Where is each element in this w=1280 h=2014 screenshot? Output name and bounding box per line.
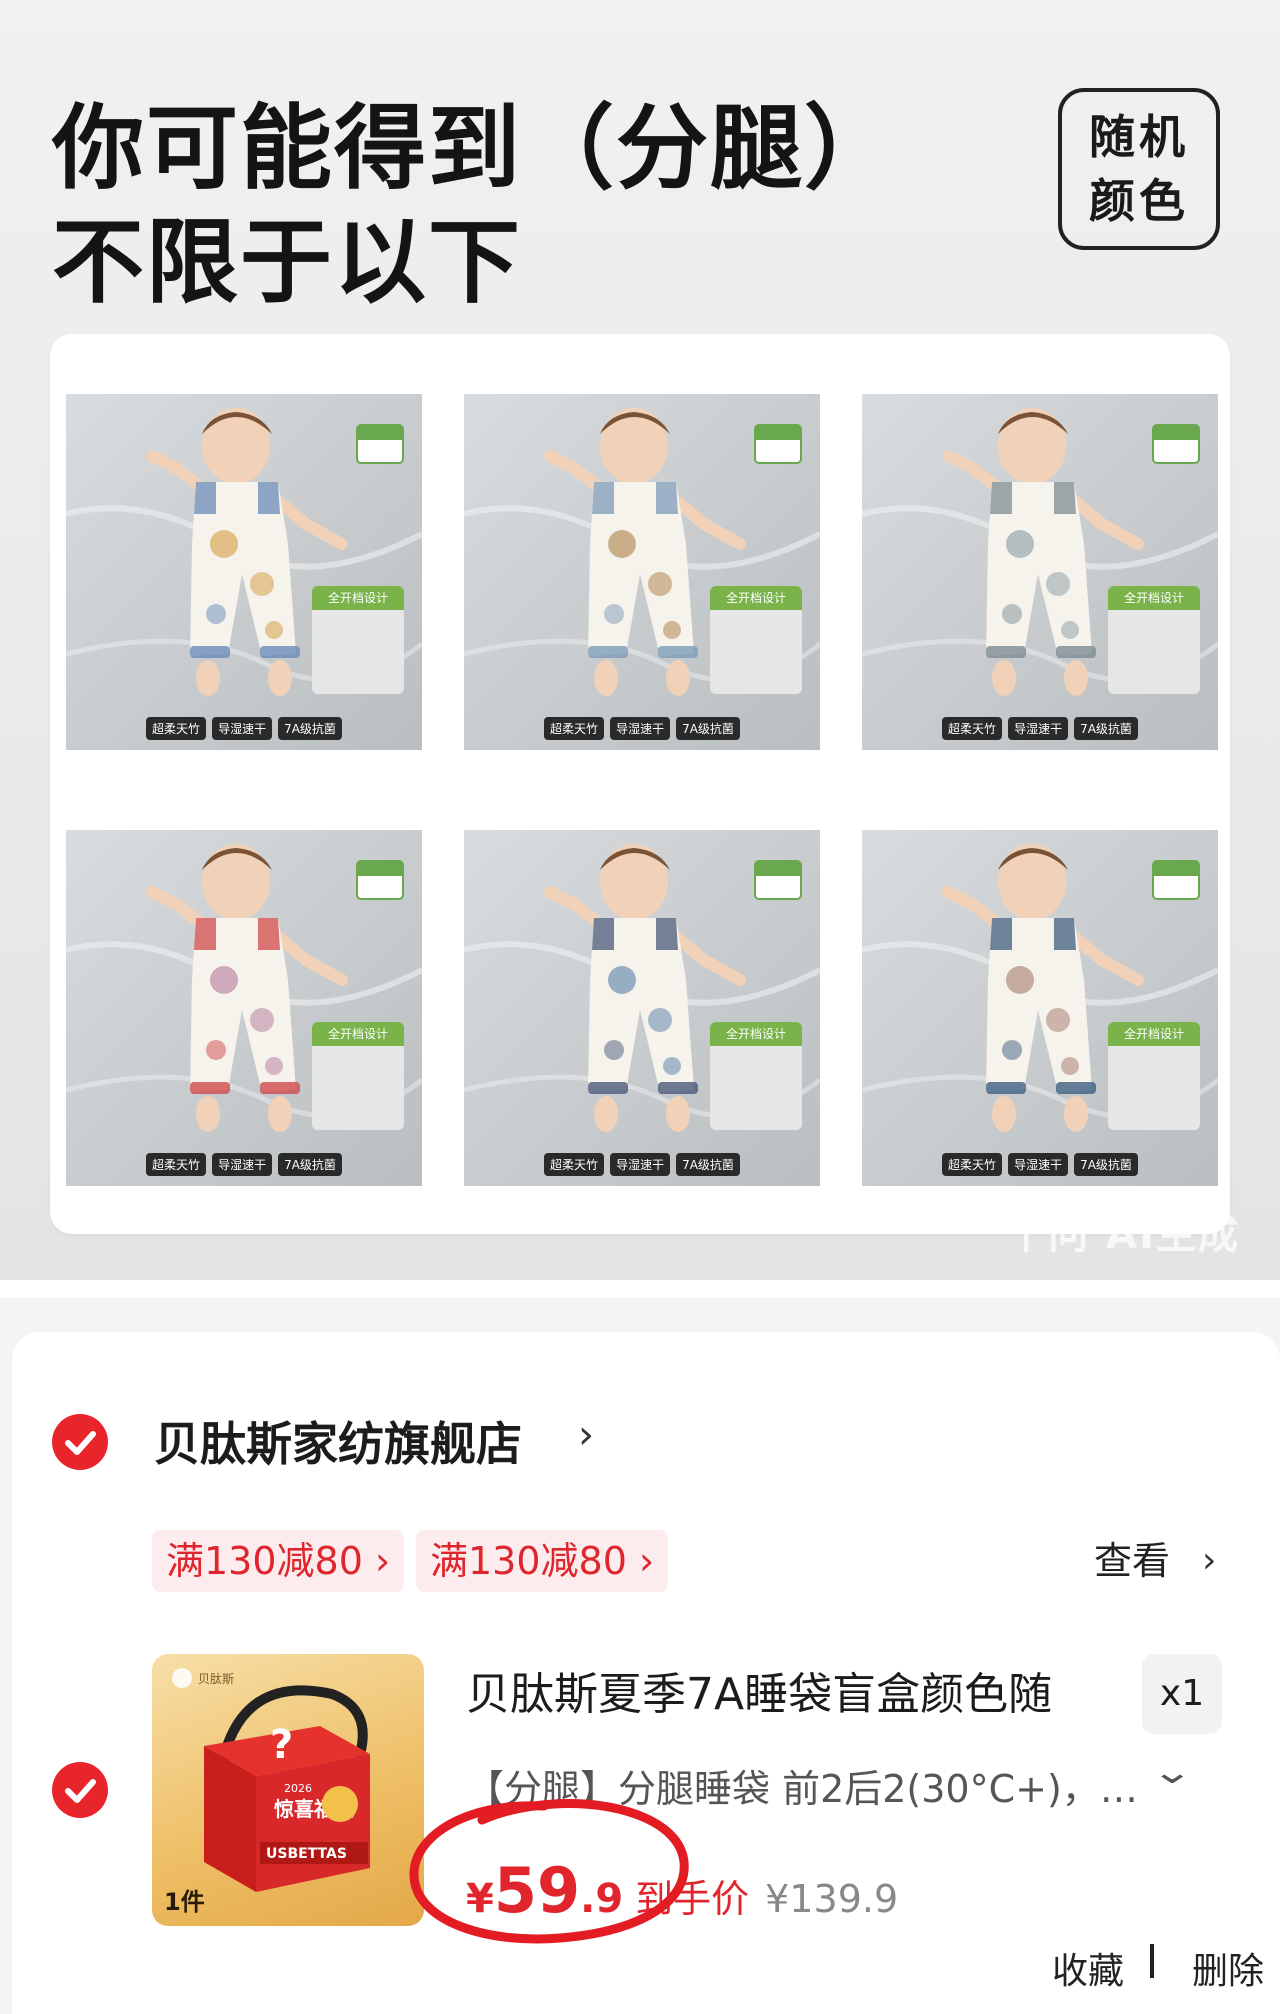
check-icon	[65, 1779, 96, 1803]
mystery-box-image: 贝肽斯 ? 2026 惊喜福袋 USBETTAS 1件	[164, 1668, 370, 1916]
check-icon	[65, 1431, 96, 1455]
product-title[interactable]: 贝肽斯夏季7A睡袋盲盒颜色随	[466, 1658, 1052, 1722]
feature-tags: 超柔天竹 导湿速干 7A级抗菌	[464, 1153, 820, 1176]
feature-tags: 超柔天竹 导湿速干 7A级抗菌	[862, 717, 1218, 740]
price-row: ¥59.9 到手价 ¥139.9	[466, 1854, 898, 1927]
feature-tag: 超柔天竹	[146, 717, 207, 740]
temperature-badge	[1152, 424, 1200, 464]
feature-tags: 超柔天竹 导湿速干 7A级抗菌	[66, 1153, 422, 1176]
thumb-box-brand: USBETTAS	[266, 1846, 347, 1862]
cart-card: 贝肽斯家纺旗舰店 › 满130减80 › 满130减80 › 查看 › 贝肽斯 …	[0, 1298, 1280, 2014]
promo-headline: 你可能得到（分腿） 不限于以下	[52, 92, 898, 320]
product-tile: 全开档设计超柔天竹 导湿速干 7A级抗菌	[862, 830, 1218, 1186]
promo-banner: 你可能得到（分腿） 不限于以下 随机 颜色 全开档设计 超柔天竹 导湿速干 7A级抗菌…	[0, 0, 1280, 1280]
feature-tag: 7A级抗菌	[1074, 717, 1138, 740]
feature-tag: 超柔天竹	[544, 1153, 605, 1176]
price-integer: 59	[493, 1854, 581, 1927]
product-tile: 全开档设计超柔天竹 导湿速干 7A级抗菌	[464, 830, 820, 1186]
feature-tag: 导湿速干	[212, 717, 273, 740]
thumb-brand: 贝肽斯	[198, 1671, 234, 1686]
coupon-tag-2[interactable]: 满130减80 ›	[416, 1530, 669, 1592]
feature-tag: 导湿速干	[1008, 717, 1069, 740]
product-image-grid: 全开档设计 超柔天竹 导湿速干 7A级抗菌 全开档设计 超柔天竹 导湿速干 7A级抗菌 全开档设…	[50, 334, 1230, 1234]
feature-tag: 7A级抗菌	[676, 1153, 740, 1176]
feature-tags: 超柔天竹 导湿速干 7A级抗菌	[464, 717, 820, 740]
thumb-question: ?	[270, 1722, 293, 1768]
quantity-badge[interactable]: x1	[1142, 1654, 1222, 1734]
inset-label: 全开档设计	[710, 586, 802, 610]
final-price-label: 到手价	[635, 1877, 750, 1921]
chevron-down-icon[interactable]: ⌄	[1151, 1752, 1194, 1792]
temperature-badge	[754, 424, 802, 464]
open-crotch-detail: 全开档设计	[710, 586, 802, 694]
product-tile: 全开档设计超柔天竹 导湿速干 7A级抗菌	[66, 394, 422, 750]
feature-tag: 7A级抗菌	[278, 1153, 342, 1176]
inset-label: 全开档设计	[312, 1022, 404, 1046]
inset-label: 全开档设计	[1108, 586, 1200, 610]
item-select-checkbox[interactable]	[52, 1762, 108, 1818]
feature-tag: 超柔天竹	[942, 1153, 1003, 1176]
inset-label: 全开档设计	[312, 586, 404, 610]
open-crotch-detail: 全开档设计	[1108, 1022, 1200, 1130]
inset-label: 全开档设计	[1108, 1022, 1200, 1046]
feature-tag: 导湿速干	[610, 1153, 671, 1176]
open-crotch-detail: 全开档设计	[710, 1022, 802, 1130]
feature-tag: 导湿速干	[212, 1153, 273, 1176]
store-name[interactable]: 贝肽斯家纺旗舰店	[154, 1408, 522, 1474]
feature-tag: 7A级抗菌	[676, 717, 740, 740]
product-tile: 全开档设计超柔天竹 导湿速干 7A级抗菌	[862, 394, 1218, 750]
headline-line-2: 不限于以下	[52, 209, 523, 316]
thumb-count: 1件	[164, 1888, 205, 1916]
product-tile: 全开档设计超柔天竹 导湿速干 7A级抗菌	[464, 394, 820, 750]
ai-watermark: 千问 AI生成	[1006, 1212, 1240, 1258]
open-crotch-detail: 全开档设计	[1108, 586, 1200, 694]
variant-selector[interactable]: 【分腿】分腿睡袋 前2后2(30°C+)，M...	[466, 1758, 1156, 1813]
feature-tags: 超柔天竹 导湿速干 7A级抗菌	[66, 717, 422, 740]
temperature-badge	[754, 860, 802, 900]
action-divider	[1150, 1944, 1154, 1978]
open-crotch-detail: 全开档设计	[312, 586, 404, 694]
headline-line-1: 你可能得到（分腿）	[52, 95, 899, 202]
feature-tags: 超柔天竹 导湿速干 7A级抗菌	[862, 1153, 1218, 1176]
feature-tag: 超柔天竹	[544, 717, 605, 740]
open-crotch-detail: 全开档设计	[312, 1022, 404, 1130]
product-tile: 全开档设计超柔天竹 导湿速干 7A级抗菌	[66, 830, 422, 1186]
price-currency: ¥	[466, 1876, 494, 1922]
view-coupons-link[interactable]: 查看	[1094, 1530, 1170, 1592]
cart-shop-section: 贝肽斯家纺旗舰店 › 满130减80 › 满130减80 › 查看 › 贝肽斯 …	[12, 1332, 1280, 2014]
temperature-badge	[356, 424, 404, 464]
feature-tag: 导湿速干	[610, 717, 671, 740]
coupon-tag-1[interactable]: 满130减80 ›	[152, 1530, 405, 1592]
product-thumbnail[interactable]: 贝肽斯 ? 2026 惊喜福袋 USBETTAS 1件	[152, 1654, 424, 1926]
temperature-badge	[1152, 860, 1200, 900]
view-chevron-icon[interactable]: ›	[1202, 1530, 1216, 1592]
badge-line-1: 随机	[1089, 110, 1189, 164]
delete-button[interactable]: 删除	[1192, 1942, 1264, 1994]
feature-tag: 7A级抗菌	[1074, 1153, 1138, 1176]
feature-tag: 导湿速干	[1008, 1153, 1069, 1176]
thumb-box-year: 2026	[284, 1782, 312, 1795]
feature-tag: 超柔天竹	[942, 717, 1003, 740]
store-chevron-icon[interactable]: ›	[578, 1412, 594, 1458]
feature-tag: 7A级抗菌	[278, 717, 342, 740]
temperature-badge	[356, 860, 404, 900]
favorite-button[interactable]: 收藏	[1052, 1942, 1124, 1994]
feature-tag: 超柔天竹	[146, 1153, 207, 1176]
inset-label: 全开档设计	[710, 1022, 802, 1046]
store-select-checkbox[interactable]	[52, 1414, 108, 1470]
original-price: ¥139.9	[765, 1877, 899, 1921]
price-decimal: .9	[580, 1876, 624, 1922]
badge-line-2: 颜色	[1089, 174, 1189, 228]
random-color-badge: 随机 颜色	[1058, 88, 1220, 250]
